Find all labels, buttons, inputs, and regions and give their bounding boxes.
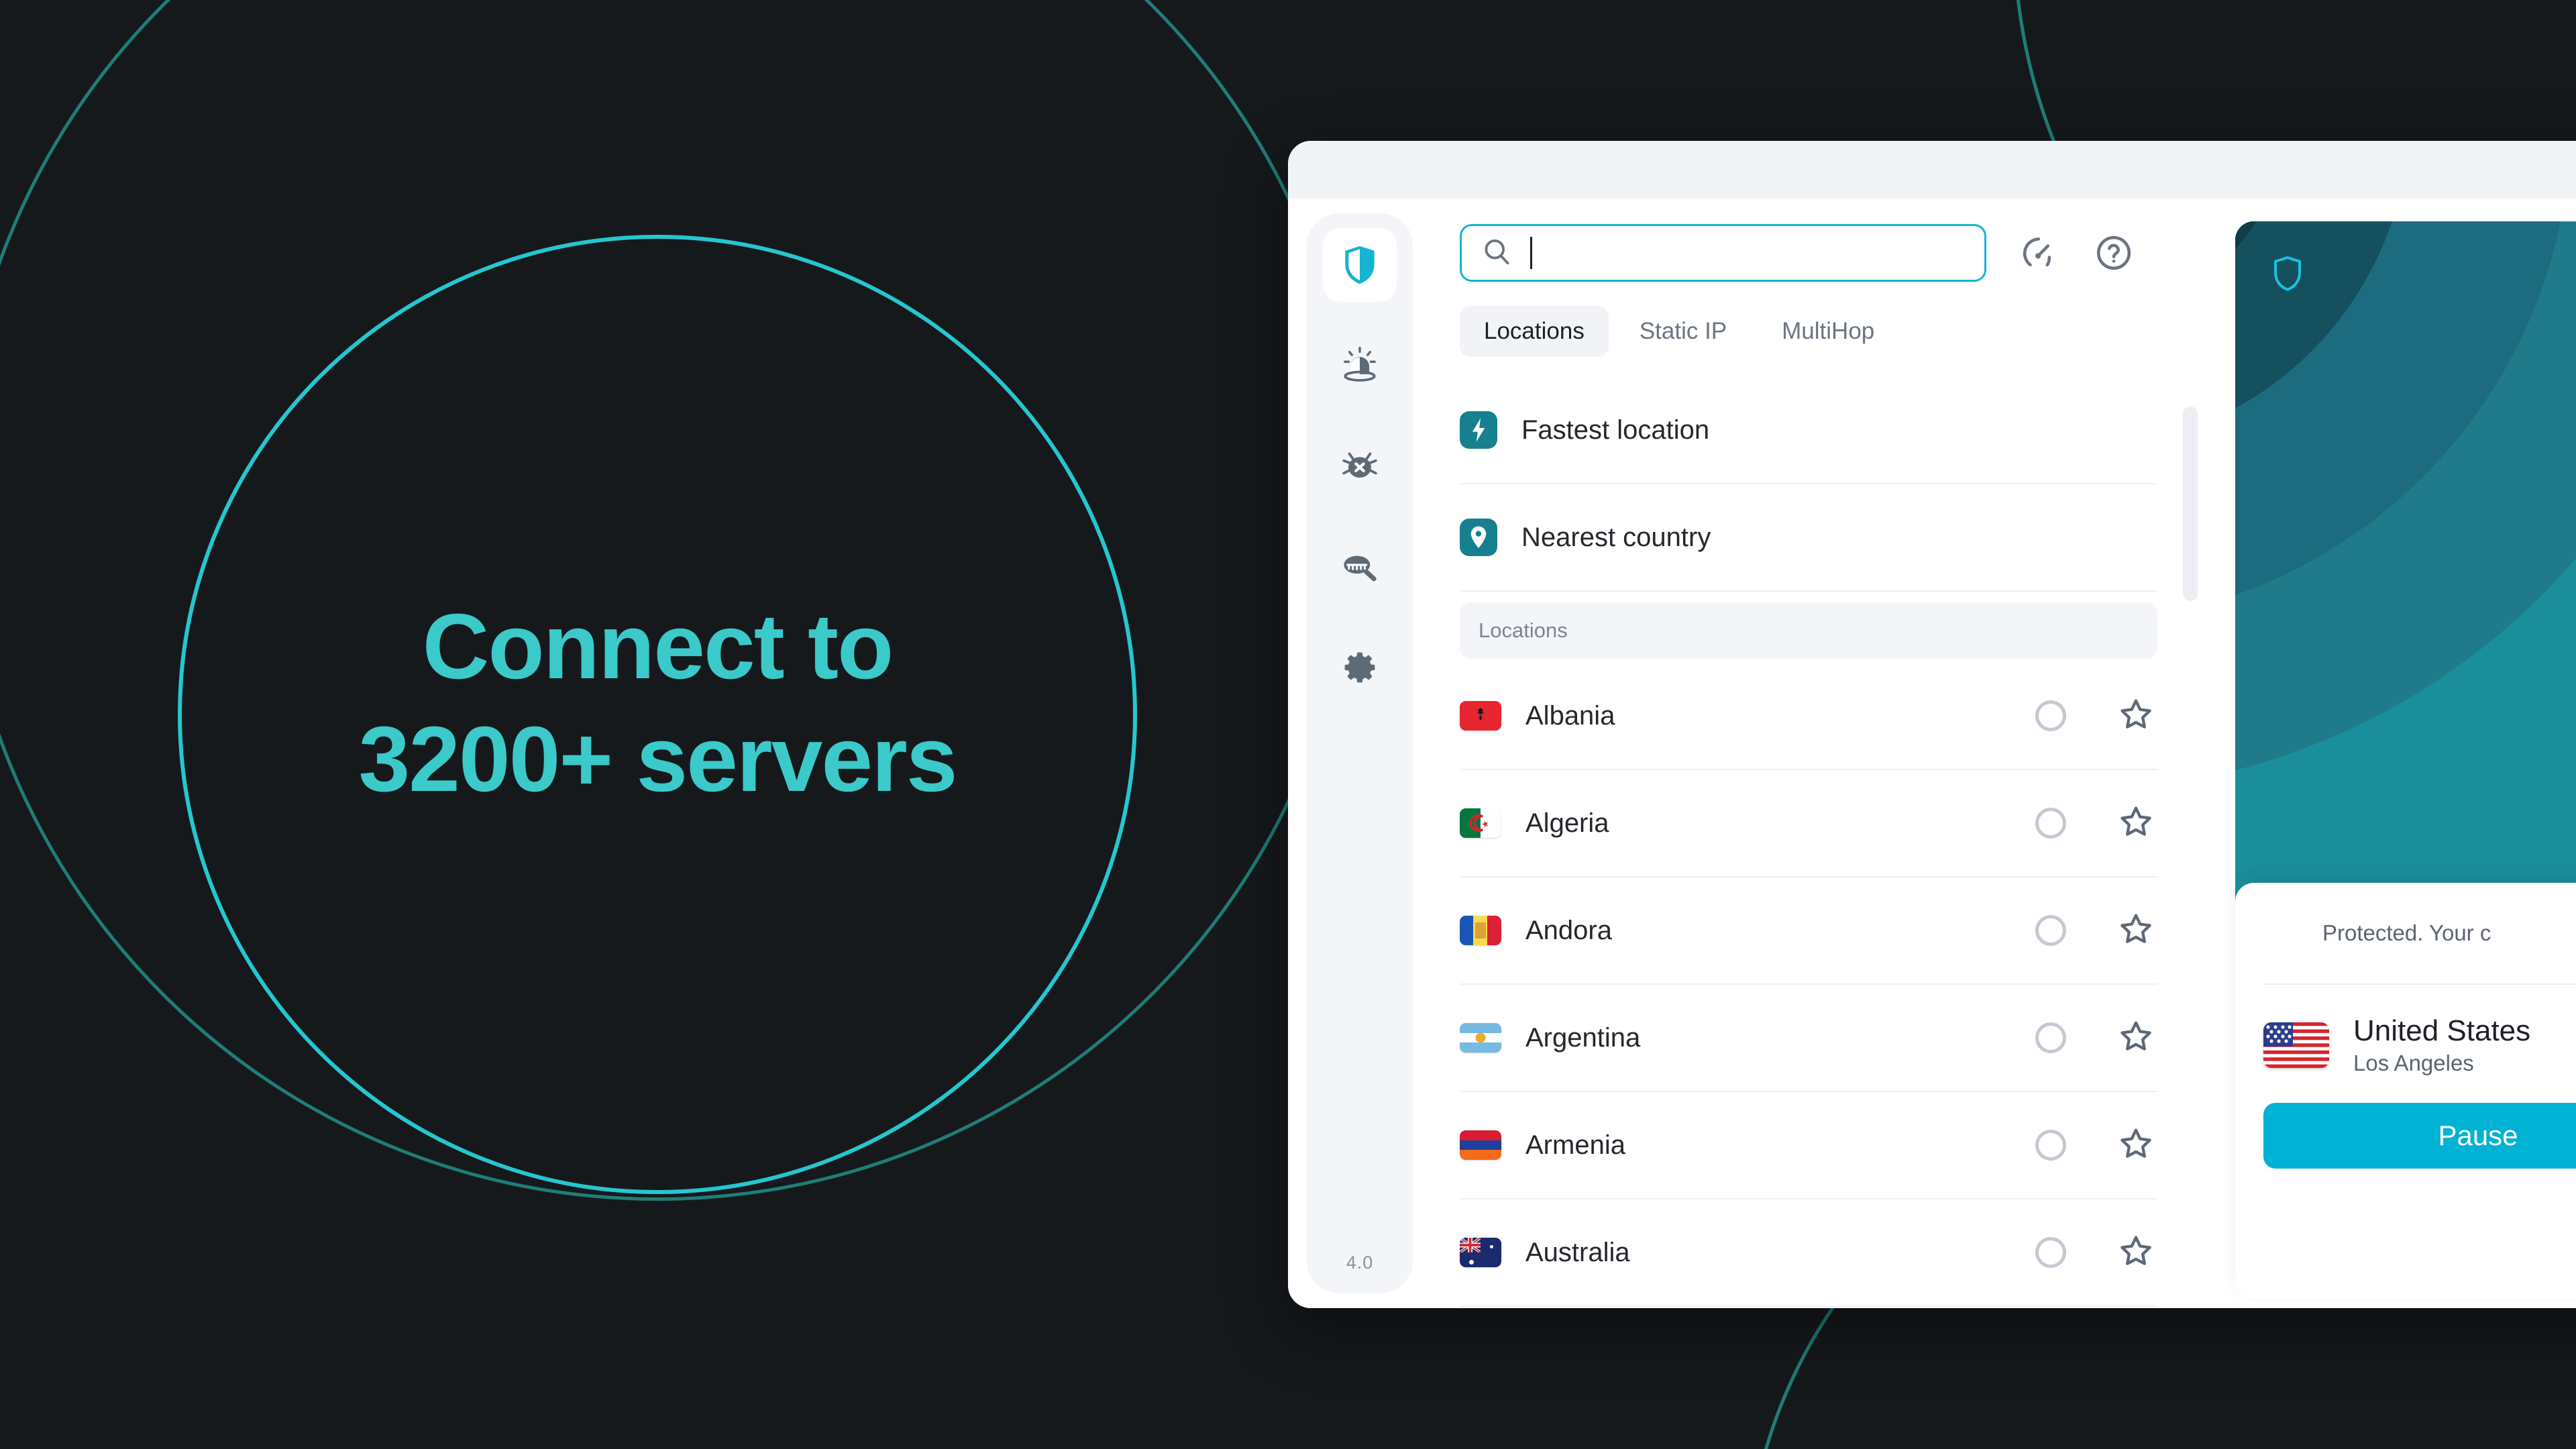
country-row-andora[interactable]: Andora bbox=[1460, 877, 2157, 985]
lightning-icon bbox=[1460, 411, 1497, 449]
country-select-radio[interactable] bbox=[2035, 915, 2066, 946]
country-name: Armenia bbox=[1525, 1130, 1625, 1160]
favorite-star-icon[interactable] bbox=[2118, 912, 2153, 950]
shield-icon bbox=[1342, 244, 1377, 286]
flag-dz bbox=[1460, 808, 1501, 838]
search-input[interactable] bbox=[1460, 224, 1986, 282]
country-select-radio[interactable] bbox=[2035, 1130, 2066, 1161]
flag-ar bbox=[1460, 1023, 1501, 1053]
sidebar-item-anti-malware[interactable] bbox=[1323, 429, 1397, 503]
country-name: Algeria bbox=[1525, 808, 1609, 838]
locations-panel: Locations Static IP MultiHop Fastest loc… bbox=[1413, 199, 2204, 1308]
locations-scrollbar[interactable] bbox=[2183, 407, 2198, 601]
gear-icon bbox=[1341, 649, 1379, 686]
hero-headline: Connect to 3200+ servers bbox=[0, 590, 1315, 816]
hero-card-rings bbox=[2235, 221, 2576, 919]
quick-option-label: Nearest country bbox=[1521, 522, 1711, 552]
text-caret bbox=[1530, 237, 1532, 269]
status-card: Protected. Your c United States Los Ange… bbox=[2235, 883, 2576, 1299]
favorite-star-icon[interactable] bbox=[2118, 804, 2153, 843]
locations-list: Fastest location Nearest country Locatio bbox=[1460, 377, 2157, 1308]
current-city: Los Angeles bbox=[2353, 1051, 2474, 1075]
help-circle-icon[interactable] bbox=[2095, 234, 2133, 272]
country-select-radio[interactable] bbox=[2035, 1237, 2066, 1268]
hero-line-2: 3200+ servers bbox=[358, 708, 957, 812]
country-row-albania[interactable]: Albania bbox=[1460, 663, 2157, 770]
favorite-star-icon[interactable] bbox=[2118, 1234, 2153, 1272]
quick-option-label: Fastest location bbox=[1521, 415, 1710, 445]
flag-al bbox=[1460, 701, 1501, 731]
sidebar: 4.0 bbox=[1307, 213, 1413, 1293]
list-section-header: Locations bbox=[1460, 602, 2157, 659]
country-row-australia[interactable]: Australia bbox=[1460, 1199, 2157, 1307]
tab-locations[interactable]: Locations bbox=[1460, 306, 1609, 357]
sidebar-item-settings[interactable] bbox=[1323, 631, 1397, 704]
country-select-radio[interactable] bbox=[2035, 700, 2066, 731]
current-country: United States bbox=[2353, 1014, 2531, 1047]
magnifier-bug-icon bbox=[1340, 549, 1379, 584]
connection-hero-card bbox=[2235, 221, 2576, 919]
locations-list-wrapper: Fastest location Nearest country Locatio bbox=[1460, 377, 2204, 1308]
sidebar-item-vpn-shield[interactable] bbox=[1323, 228, 1397, 302]
sidebar-item-tracker-blocker[interactable] bbox=[1323, 530, 1397, 604]
country-row-armenia[interactable]: Armenia bbox=[1460, 1092, 2157, 1199]
country-name: Albania bbox=[1525, 700, 1615, 731]
country-name: Andora bbox=[1525, 915, 1612, 945]
protection-status-text: Protected. Your c bbox=[2322, 920, 2491, 945]
app-window: 4.0 Locations Static IP MultiHop Fastest… bbox=[1288, 141, 2576, 1308]
sidebar-item-alert-siren[interactable] bbox=[1323, 329, 1397, 402]
favorite-star-icon[interactable] bbox=[2118, 697, 2153, 735]
current-location-row: United States Los Angeles bbox=[2235, 985, 2576, 1076]
connection-panel: Protected. Your c United States Los Ange… bbox=[2204, 199, 2576, 1308]
country-row-argentina[interactable]: Argentina bbox=[1460, 985, 2157, 1092]
flag-au bbox=[1460, 1238, 1501, 1267]
siren-icon bbox=[1340, 346, 1379, 385]
country-select-radio[interactable] bbox=[2035, 1022, 2066, 1053]
tab-bar: Locations Static IP MultiHop bbox=[1460, 306, 2204, 357]
speedometer-icon[interactable] bbox=[2020, 234, 2057, 272]
search-icon bbox=[1482, 237, 1511, 270]
quick-option-fastest-location[interactable]: Fastest location bbox=[1460, 377, 2157, 484]
country-row-algeria[interactable]: Algeria bbox=[1460, 770, 2157, 877]
flag-us bbox=[2263, 1022, 2329, 1068]
app-version-label: 4.0 bbox=[1346, 1252, 1374, 1273]
list-section-header-label: Locations bbox=[1479, 619, 1568, 642]
hero-line-1: Connect to bbox=[422, 595, 894, 698]
flag-ad bbox=[1460, 916, 1501, 945]
tab-static-ip[interactable]: Static IP bbox=[1615, 306, 1751, 357]
flag-am bbox=[1460, 1130, 1501, 1160]
favorite-star-icon[interactable] bbox=[2118, 1126, 2153, 1165]
country-select-radio[interactable] bbox=[2035, 808, 2066, 839]
tab-multihop[interactable]: MultiHop bbox=[1758, 306, 1898, 357]
search-row bbox=[1460, 224, 2204, 282]
window-titlebar[interactable] bbox=[1288, 141, 2576, 199]
pause-button[interactable]: Pause bbox=[2263, 1103, 2576, 1169]
quick-option-nearest-country[interactable]: Nearest country bbox=[1460, 484, 2157, 592]
app-body: 4.0 Locations Static IP MultiHop Fastest… bbox=[1288, 199, 2576, 1308]
country-name: Australia bbox=[1525, 1237, 1630, 1267]
search-field[interactable] bbox=[1530, 235, 1964, 270]
top-icon-group bbox=[2020, 234, 2133, 272]
favorite-star-icon[interactable] bbox=[2118, 1019, 2153, 1057]
shield-outline-icon bbox=[2271, 255, 2304, 296]
bug-icon bbox=[1340, 449, 1379, 484]
country-name: Argentina bbox=[1525, 1022, 1641, 1053]
map-pin-icon bbox=[1460, 519, 1497, 556]
current-location-texts: United States Los Angeles bbox=[2353, 1014, 2530, 1076]
